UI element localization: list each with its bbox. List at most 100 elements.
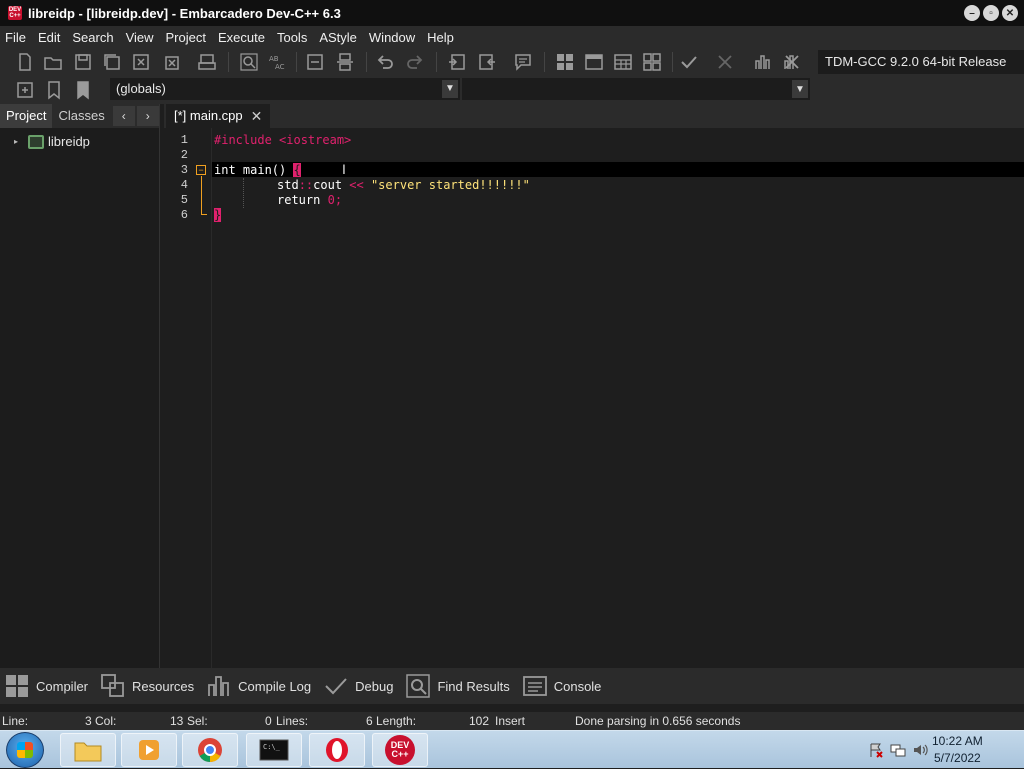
undo-icon[interactable] [374, 51, 396, 73]
delete-profile-icon[interactable] [781, 51, 803, 73]
resources-icon [101, 674, 124, 697]
code-line-4: std::cout << "server started!!!!!!" [277, 178, 530, 192]
chart-icon[interactable] [752, 51, 774, 73]
fold-toggle-icon[interactable]: − [196, 165, 206, 175]
tab-compiler[interactable]: Compiler [4, 673, 88, 699]
code-line-3: int main() { [214, 163, 301, 177]
devcpp-taskbar-button[interactable]: DEV C++ [372, 733, 428, 767]
code-editor[interactable]: 1 2 3 4 5 6 − #include <iostream> int ma… [164, 128, 1024, 668]
tab-console[interactable]: Console [522, 673, 601, 699]
secondary-toolbar: (globals) ▼ ▼ [0, 76, 1024, 104]
stop-icon[interactable] [714, 51, 736, 73]
chrome-taskbar-button[interactable] [182, 733, 238, 767]
menu-view[interactable]: View [126, 30, 160, 45]
function-select[interactable]: ▼ [462, 78, 810, 100]
code-line-6: } [214, 208, 222, 222]
line-number: 6 [180, 208, 188, 222]
compiler-select[interactable]: TDM-GCC 9.2.0 64-bit Release [818, 50, 1024, 74]
close-file-icon[interactable] [130, 51, 152, 73]
goto-line-icon[interactable] [304, 51, 326, 73]
goto-bookmark-icon[interactable] [72, 79, 94, 101]
indent-icon[interactable] [446, 51, 468, 73]
maximize-button[interactable]: ▫ [983, 5, 999, 21]
menu-edit[interactable]: Edit [38, 30, 66, 45]
tab-compile-log[interactable]: Compile Log [206, 673, 311, 699]
find-icon[interactable] [238, 51, 260, 73]
tab-classes[interactable]: Classes [52, 104, 110, 128]
chevron-left-icon[interactable]: ‹ [112, 106, 135, 126]
bar-chart-icon [208, 676, 230, 696]
menu-window[interactable]: Window [369, 30, 421, 45]
terminal-taskbar-button[interactable]: C:\_ [246, 733, 302, 767]
main-toolbar: AB AC TDM-GCC 9.2.0 64-bit Release [0, 48, 1024, 76]
windows-logo-icon [17, 742, 33, 758]
tab-main-cpp[interactable]: [*] main.cpp ✕ [166, 104, 271, 128]
chevron-down-icon[interactable]: ▼ [442, 80, 458, 98]
menu-search[interactable]: Search [72, 30, 119, 45]
action-center-flag-icon[interactable] [868, 742, 884, 758]
code-line-5: return 0; [277, 193, 343, 207]
line-number: 5 [180, 193, 188, 207]
menu-astyle[interactable]: AStyle [319, 30, 363, 45]
line-gutter: 1 2 3 4 5 6 − [164, 128, 212, 668]
chevron-down-icon[interactable]: ▼ [792, 80, 808, 98]
network-icon[interactable] [890, 742, 906, 758]
redo-icon[interactable] [404, 51, 426, 73]
bottom-panel-tabs: Compiler Resources Compile Log Debug Fin… [0, 668, 1024, 704]
opera-taskbar-button[interactable] [309, 733, 365, 767]
close-icon[interactable]: ✕ [251, 104, 263, 128]
menu-execute[interactable]: Execute [218, 30, 271, 45]
chevron-right-icon[interactable]: › [136, 106, 159, 126]
new-file-icon[interactable] [14, 51, 36, 73]
bookmark-icon[interactable] [43, 79, 65, 101]
status-col-label: Col: [95, 714, 117, 728]
print-icon[interactable] [196, 51, 218, 73]
explorer-taskbar-button[interactable] [60, 733, 116, 767]
devcpp-app-icon: DEV C++ [8, 6, 22, 20]
media-player-taskbar-button[interactable] [121, 733, 177, 767]
grid-icon[interactable] [641, 51, 663, 73]
status-length-label: Length: [376, 714, 417, 728]
tile-icon[interactable] [554, 51, 576, 73]
status-col-value: 13 [170, 714, 184, 728]
insert-icon[interactable] [14, 79, 36, 101]
clock-time[interactable]: 10:22 AM [932, 734, 983, 748]
volume-icon[interactable] [912, 742, 928, 758]
save-all-icon[interactable] [101, 51, 123, 73]
menu-project[interactable]: Project [166, 30, 212, 45]
clock-date[interactable]: 5/7/2022 [934, 751, 981, 765]
status-sel-value: 0 [265, 714, 272, 728]
status-line-label: Line: [2, 714, 29, 728]
menu-help[interactable]: Help [427, 30, 460, 45]
close-all-icon[interactable] [160, 51, 182, 73]
unindent-icon[interactable] [476, 51, 498, 73]
scope-select[interactable]: (globals) ▼ [110, 78, 460, 100]
expand-icon[interactable]: ▸ [14, 137, 24, 146]
check-syntax-icon[interactable] [678, 51, 700, 73]
tab-find-results[interactable]: Find Results [405, 673, 510, 699]
window-icon[interactable] [583, 51, 605, 73]
open-folder-icon[interactable] [42, 51, 64, 73]
replace-icon[interactable]: AB AC [266, 51, 288, 73]
status-line-value: 3 [85, 714, 92, 728]
tab-resources[interactable]: Resources [100, 673, 194, 699]
comment-icon[interactable] [512, 51, 534, 73]
tab-project[interactable]: Project [0, 104, 53, 128]
devcpp-icon: DEV C++ [385, 735, 415, 765]
close-button[interactable]: ✕ [1002, 5, 1018, 21]
tab-debug[interactable]: Debug [323, 673, 393, 699]
status-lines-label: Lines: [276, 714, 309, 728]
status-message: Done parsing in 0.656 seconds [575, 714, 741, 728]
project-tree: ▸ libreidp [0, 128, 159, 149]
folder-icon [74, 742, 102, 762]
save-icon[interactable] [72, 51, 94, 73]
grid-window-icon[interactable] [612, 51, 634, 73]
menu-file[interactable]: File [5, 30, 32, 45]
menu-tools[interactable]: Tools [277, 30, 313, 45]
start-button[interactable] [6, 732, 44, 768]
svg-text:AB: AB [269, 55, 279, 63]
tree-item-libreidp[interactable]: libreidp [48, 134, 90, 149]
title-bar: DEV C++ libreidp - [libreidp.dev] - Emba… [0, 0, 1024, 26]
toggle-split-icon[interactable] [334, 51, 356, 73]
minimize-button[interactable]: – [964, 5, 980, 21]
